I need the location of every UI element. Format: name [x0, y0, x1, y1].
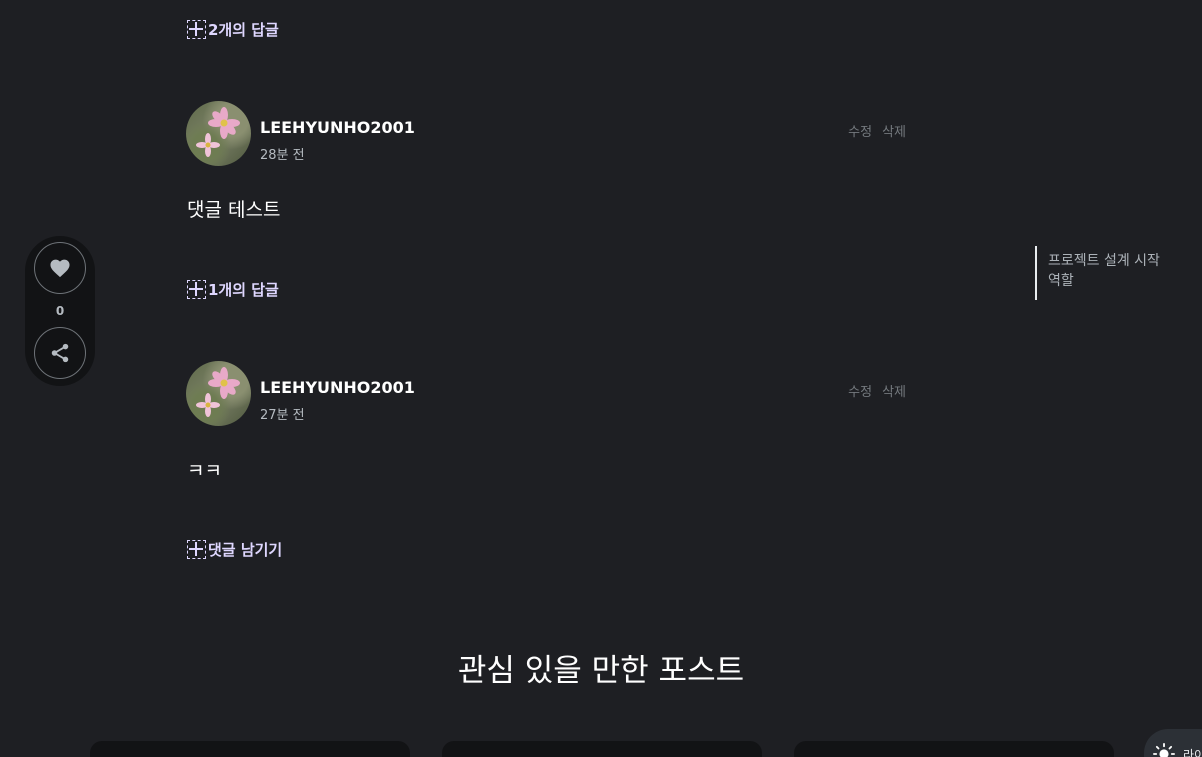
- like-button[interactable]: [34, 242, 86, 294]
- page: 2개의 답글 LEEHYUNHO2001 28분 전 수정 삭제 댓글 테스트 …: [0, 0, 1202, 757]
- edit-button[interactable]: 수정: [848, 381, 872, 400]
- like-share-widget: 0: [25, 236, 95, 386]
- avatar[interactable]: [186, 361, 251, 426]
- replies-count-label: 1개의 답글: [208, 281, 279, 299]
- sun-icon: [1153, 743, 1175, 757]
- plus-box-icon: [187, 20, 206, 39]
- theme-toggle-button[interactable]: 라이트: [1144, 729, 1202, 757]
- delete-button[interactable]: 삭제: [882, 121, 906, 140]
- comment-header: LEEHYUNHO2001 27분 전 수정 삭제: [186, 361, 906, 427]
- flower-avatar-icon: [196, 367, 240, 417]
- heart-icon: [50, 259, 70, 278]
- comment-username[interactable]: LEEHYUNHO2001: [260, 118, 415, 137]
- flower-avatar-icon: [196, 107, 240, 157]
- write-comment-button[interactable]: 댓글 남기기: [187, 539, 282, 560]
- toc-item[interactable]: 프로젝트 설계 시작: [1048, 251, 1202, 271]
- post-card[interactable]: [442, 741, 762, 757]
- comment-header: LEEHYUNHO2001 28분 전 수정 삭제: [186, 101, 906, 167]
- replies-count-label: 2개의 답글: [208, 21, 279, 39]
- share-icon: [51, 343, 69, 363]
- theme-toggle-label: 라이트: [1183, 747, 1202, 757]
- post-card[interactable]: [90, 741, 410, 757]
- comment-body: ㅋㅋ: [187, 460, 222, 482]
- like-count: 0: [55, 304, 65, 318]
- toc-item[interactable]: 역할: [1048, 271, 1202, 291]
- table-of-contents: 프로젝트 설계 시작 역할: [1035, 246, 1202, 300]
- avatar[interactable]: [186, 101, 251, 166]
- comment-time: 28분 전: [260, 148, 305, 163]
- comment-time: 27분 전: [260, 408, 305, 423]
- show-replies-button[interactable]: 1개의 답글: [187, 279, 279, 300]
- comment-actions: 수정 삭제: [848, 381, 906, 400]
- comment-actions: 수정 삭제: [848, 121, 906, 140]
- comment-body: 댓글 테스트: [187, 199, 281, 221]
- post-card[interactable]: [794, 741, 1114, 757]
- delete-button[interactable]: 삭제: [882, 381, 906, 400]
- edit-button[interactable]: 수정: [848, 121, 872, 140]
- recommend-section-title: 관심 있을 만한 포스트: [457, 653, 745, 689]
- show-replies-button[interactable]: 2개의 답글: [187, 19, 279, 40]
- plus-box-icon: [187, 540, 206, 559]
- share-button[interactable]: [34, 327, 86, 379]
- write-comment-label: 댓글 남기기: [208, 541, 283, 559]
- comment-username[interactable]: LEEHYUNHO2001: [260, 378, 415, 397]
- plus-box-icon: [187, 280, 206, 299]
